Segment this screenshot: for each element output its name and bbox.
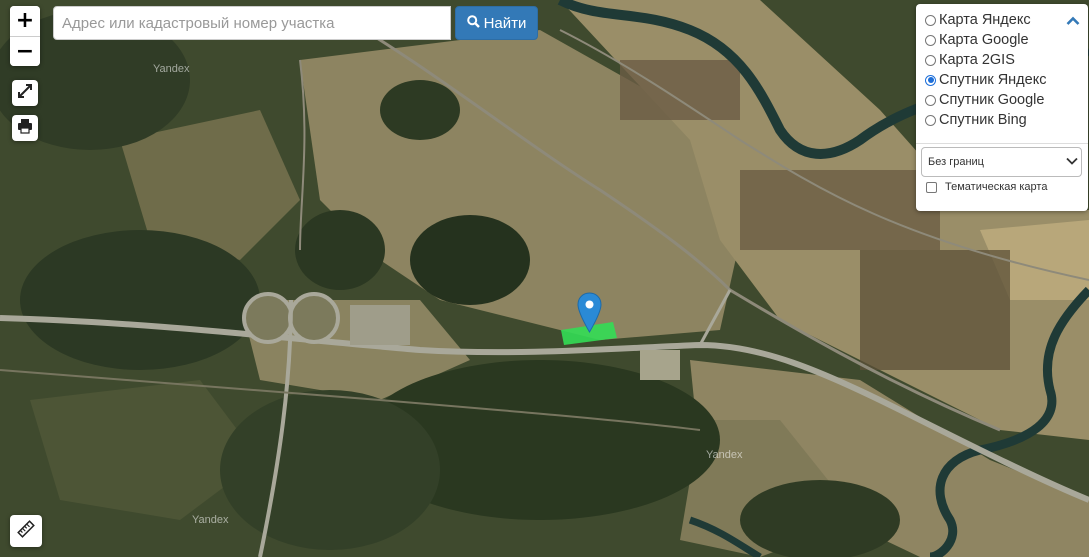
layer-option-label: Спутник Google <box>939 92 1045 108</box>
thematic-map-toggle[interactable]: Тематическая карта <box>926 181 1047 193</box>
location-marker-icon[interactable] <box>577 292 602 333</box>
borders-select[interactable]: Без границ <box>921 147 1082 177</box>
search-button-label: Найти <box>483 14 527 32</box>
yandex-watermark: Yandex <box>192 514 229 526</box>
layer-option-google-satellite[interactable]: Спутник Google <box>925 90 1088 110</box>
divider <box>916 143 1088 144</box>
print-icon <box>17 118 33 139</box>
fullscreen-icon <box>17 83 33 104</box>
thematic-map-label: Тематическая карта <box>945 181 1048 193</box>
radio-button[interactable] <box>925 34 936 46</box>
radio-button[interactable] <box>925 114 936 126</box>
print-button[interactable] <box>12 115 38 141</box>
layers-panel: Карта Яндекс Карта Google Карта 2GIS Спу… <box>916 4 1088 211</box>
layer-option-yandex-map[interactable]: Карта Яндекс <box>925 10 1088 30</box>
layer-option-label: Карта 2GIS <box>939 52 1015 68</box>
search-button[interactable]: Найти <box>455 6 538 40</box>
layer-option-label: Спутник Bing <box>939 112 1027 128</box>
layer-option-bing-satellite[interactable]: Спутник Bing <box>925 110 1088 130</box>
borders-select-value: Без границ <box>928 156 984 168</box>
zoom-control: + − <box>10 6 40 66</box>
search-input[interactable] <box>53 6 451 40</box>
layer-option-2gis-map[interactable]: Карта 2GIS <box>925 50 1088 70</box>
layer-option-google-map[interactable]: Карта Google <box>925 30 1088 50</box>
radio-button-selected[interactable] <box>925 74 936 86</box>
chevron-up-icon[interactable] <box>1066 13 1080 31</box>
radio-button[interactable] <box>925 94 936 106</box>
layer-option-yandex-satellite[interactable]: Спутник Яндекс <box>925 70 1088 90</box>
layer-option-label: Карта Яндекс <box>939 12 1031 28</box>
zoom-in-button[interactable]: + <box>10 6 40 36</box>
yandex-watermark: Yandex <box>706 449 743 461</box>
layer-option-label: Спутник Яндекс <box>939 72 1047 88</box>
fullscreen-button[interactable] <box>12 80 38 106</box>
yandex-watermark: Yandex <box>153 63 190 75</box>
layer-option-label: Карта Google <box>939 32 1029 48</box>
chevron-down-icon <box>1066 156 1078 168</box>
ruler-button[interactable] <box>10 515 42 547</box>
radio-button[interactable] <box>925 14 936 26</box>
ruler-icon <box>17 519 35 543</box>
zoom-out-button[interactable]: − <box>10 36 40 66</box>
radio-button[interactable] <box>925 54 936 66</box>
thematic-map-checkbox[interactable] <box>926 181 937 193</box>
search-icon <box>466 14 480 32</box>
